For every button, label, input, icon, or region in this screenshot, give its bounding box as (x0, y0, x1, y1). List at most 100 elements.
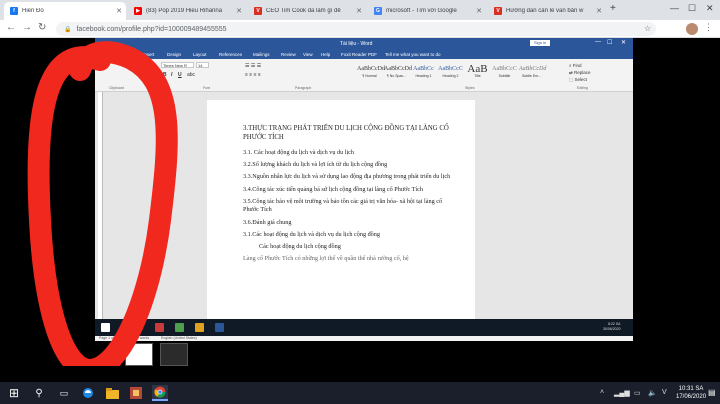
tab-title: Hướng dẫn cần lề văn bản w (506, 8, 584, 14)
bookmark-star-icon[interactable]: ☆ (644, 24, 651, 33)
group-font: Font (203, 86, 211, 90)
youtube-icon: ▶ (134, 7, 142, 15)
close-tab-icon[interactable]: ✕ (116, 7, 122, 15)
tell-me-search[interactable]: Tell me what you want to do (385, 52, 441, 57)
style-heading-2[interactable]: AaBbCcC Heading 2 (438, 64, 463, 78)
replace-label: Replace (574, 70, 591, 75)
maximize-icon[interactable]: ☐ (688, 3, 696, 14)
windows-start-icon[interactable]: ⊞ (6, 385, 22, 401)
tab-mailings[interactable]: Mailings (253, 52, 270, 57)
forward-icon[interactable]: → (22, 22, 32, 33)
group-clipboard: Clipboard (109, 86, 124, 90)
video-player[interactable]: 🖫 ↶ ↷ Tài liệu - Word Sign in — ☐ ✕ File… (0, 38, 720, 366)
recorded-taskbar: 8:22 SA 30/06/2020 (95, 319, 633, 336)
tab-references[interactable]: References (219, 52, 242, 57)
search-icon[interactable]: ⚲ (31, 385, 47, 401)
file-explorer-icon[interactable] (104, 385, 120, 401)
notification-icon[interactable]: ▤ (708, 388, 716, 397)
close-window-icon[interactable]: ✕ (706, 3, 714, 14)
document-page[interactable]: 3.THỰC TRẠNG PHÁT TRIỂN DU LỊCH CỘNG ĐỒN… (207, 100, 475, 333)
find-button[interactable]: ⌕ Find (569, 63, 582, 68)
style-subtitle[interactable]: AaBbCcC Subtitle (492, 64, 517, 78)
facebook-icon: f (10, 7, 18, 15)
minimize-icon[interactable]: — (595, 39, 601, 45)
windows-taskbar: ⊞ ⚲ ▭ ˄ ▂▄▆ ▭ 🔈 V 10:31 SA 17/06/2020 ▤ (0, 382, 720, 404)
tab-help[interactable]: Help (321, 52, 330, 57)
network-icon[interactable]: ▂▄▆ (614, 389, 630, 397)
select-label: Select (574, 77, 588, 82)
tab-review[interactable]: Review (281, 52, 296, 57)
replace-button[interactable]: ⇄ Replace (569, 70, 591, 76)
clock-time: 10:31 SA (678, 386, 704, 392)
close-window-icon[interactable]: ✕ (621, 39, 626, 46)
lock-icon: 🔒 (64, 26, 72, 33)
font-size-box[interactable]: 14 (196, 62, 209, 68)
battery-icon[interactable]: ▭ (634, 389, 641, 397)
strikethrough-button[interactable]: abc (187, 72, 195, 78)
style-sample: AaBbCc (413, 66, 434, 72)
style-name: Heading 2 (442, 74, 459, 78)
chrome-icon[interactable] (152, 385, 168, 401)
style-sample: AaBbCcDd (357, 66, 385, 72)
tab-view[interactable]: View (303, 52, 313, 57)
select-button[interactable]: ⬚ Select (569, 77, 587, 83)
tab-layout[interactable]: Layout (193, 52, 207, 57)
paragraph: 3.6.Đánh giá chung (243, 218, 292, 226)
browser-tab-article[interactable]: V CEO Tim Cook đã làm gì để ✕ (248, 2, 366, 20)
new-tab-button[interactable]: + (610, 3, 616, 14)
windows-start-icon (101, 323, 110, 332)
maximize-icon[interactable]: ☐ (607, 39, 612, 46)
font-name-box[interactable]: Times New R (161, 62, 194, 68)
style-title[interactable]: AaB Title (465, 63, 490, 79)
close-tab-icon[interactable]: ✕ (596, 7, 602, 15)
chrome-menu-icon[interactable]: ⋮ (704, 22, 713, 33)
taskbar-clock[interactable]: 10:31 SA 17/06/2020 (676, 385, 706, 401)
style-sample: AaB (467, 63, 488, 75)
bullets-icon[interactable]: ☰ ☰ ☰ (245, 63, 261, 69)
minimize-icon[interactable]: — (670, 3, 679, 13)
tab-foxit[interactable]: Foxit Reader PDF (341, 52, 377, 57)
chrome-icon (175, 323, 184, 332)
tab-design[interactable]: Design (167, 52, 181, 57)
sign-in-button[interactable]: Sign in (530, 40, 551, 46)
style-sample: AaBbCcDd (519, 66, 547, 72)
address-bar[interactable]: 🔒 facebook.com/profile.php?id=1000094894… (56, 22, 656, 36)
language-icon[interactable]: V (662, 389, 667, 396)
task-view-icon[interactable]: ▭ (56, 385, 72, 401)
video-thumbnail[interactable] (125, 343, 153, 366)
word-icon (215, 323, 224, 332)
tab-file[interactable]: File (99, 52, 106, 57)
group-editing: Editing (577, 86, 588, 90)
edge-icon[interactable] (80, 385, 96, 401)
url-text: facebook.com/profile.php?id=100009489455… (76, 25, 227, 33)
document-area[interactable]: 3.THỰC TRẠNG PHÁT TRIỂN DU LỊCH CỘNG ĐỒN… (95, 92, 633, 333)
close-tab-icon[interactable]: ✕ (356, 7, 362, 15)
reload-icon[interactable]: ↻ (38, 22, 46, 33)
style-no-spacing[interactable]: AaBbCcDd ¶ No Spac... (384, 64, 412, 78)
style-normal[interactable]: AaBbCcDd ¶ Normal (357, 64, 385, 78)
close-tab-icon[interactable]: ✕ (476, 7, 482, 15)
volume-icon[interactable]: 🔈 (648, 389, 657, 397)
video-thumbnail[interactable] (160, 343, 188, 366)
back-icon[interactable]: ← (6, 22, 16, 33)
style-sample: AaBbCcDd (384, 66, 412, 72)
profile-avatar[interactable] (686, 23, 698, 35)
browser-tab-youtube[interactable]: ▶ (83) Pop 2019 Hiếu Rihanna ✕ (128, 2, 246, 20)
style-subtle-emphasis[interactable]: AaBbCcDd Subtle Em... (519, 64, 547, 78)
italic-button[interactable]: I (171, 72, 172, 78)
tab-insert[interactable]: Insert (143, 52, 154, 57)
chevron-up-icon[interactable]: ˄ (600, 389, 604, 396)
group-styles: Styles (465, 86, 475, 90)
browser-tab-facebook[interactable]: f Hiền Đỗ ✕ (4, 2, 126, 20)
tab-home[interactable]: Home (115, 49, 136, 59)
align-icon[interactable]: ≡ ≡ ≡ ≡ (245, 72, 261, 78)
clock-date: 17/06/2020 (676, 394, 707, 400)
photos-icon[interactable] (128, 385, 144, 401)
style-heading-1[interactable]: AaBbCc Heading 1 (411, 64, 436, 78)
browser-tab-guide[interactable]: V Hướng dẫn cần lề văn bản w ✕ (488, 2, 606, 20)
bold-button[interactable]: B (163, 72, 167, 78)
underline-button[interactable]: U (178, 72, 182, 78)
close-tab-icon[interactable]: ✕ (236, 7, 242, 15)
browser-tab-google[interactable]: G microsoft - Tìm với Google ✕ (368, 2, 486, 20)
browser-toolbar: ← → ↻ 🔒 facebook.com/profile.php?id=1000… (0, 20, 720, 38)
